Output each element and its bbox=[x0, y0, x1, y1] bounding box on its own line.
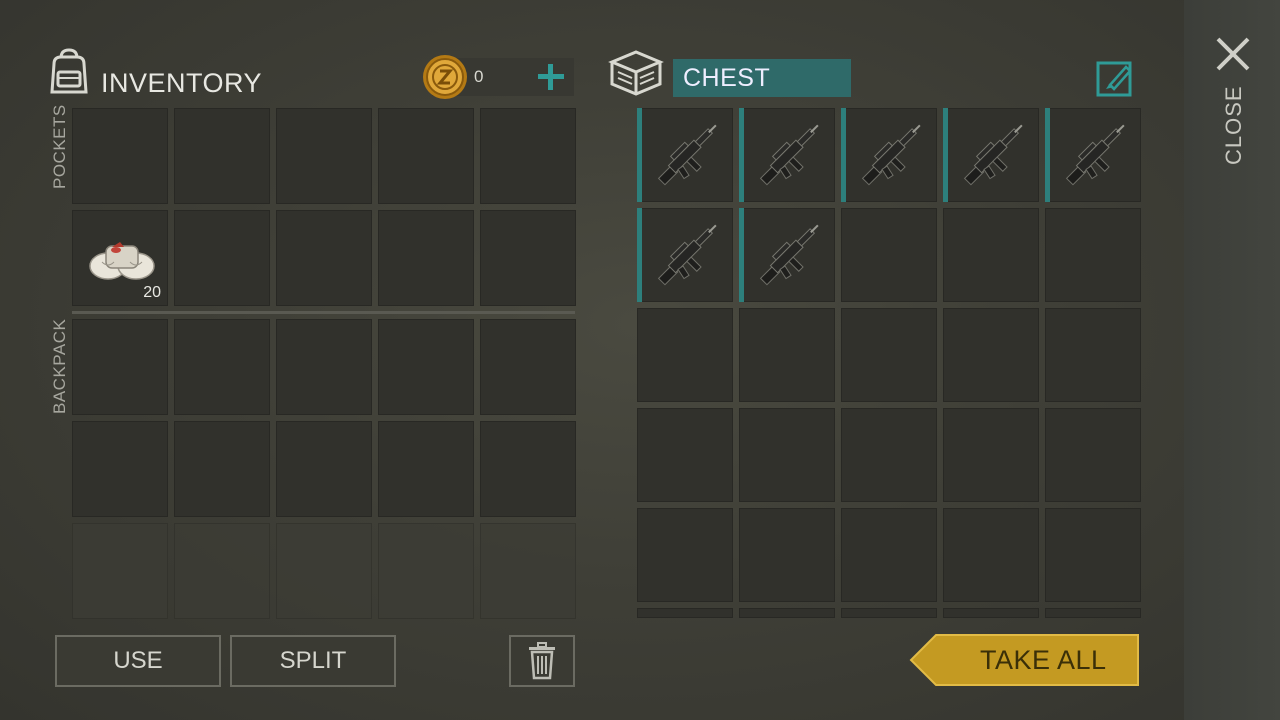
inventory-slot[interactable] bbox=[72, 319, 168, 415]
assault-rifle-icon bbox=[759, 124, 819, 186]
chest-slot[interactable] bbox=[1045, 208, 1141, 302]
chest-slot[interactable] bbox=[739, 508, 835, 602]
inventory-slot[interactable] bbox=[378, 210, 474, 306]
inventory-slot[interactable] bbox=[378, 319, 474, 415]
inventory-slot[interactable] bbox=[276, 210, 372, 306]
add-coins-button[interactable] bbox=[534, 60, 568, 94]
rename-chest-button[interactable] bbox=[1096, 59, 1134, 97]
inventory-slot[interactable] bbox=[480, 319, 576, 415]
locked-slot bbox=[276, 523, 372, 619]
inventory-slot[interactable] bbox=[72, 421, 168, 517]
chest-icon bbox=[608, 48, 664, 98]
use-button[interactable]: USE bbox=[55, 635, 221, 687]
inventory-slot[interactable] bbox=[72, 108, 168, 204]
assault-rifle-icon bbox=[1065, 124, 1125, 186]
item-quantity: 20 bbox=[143, 284, 161, 301]
chest-slot[interactable] bbox=[739, 608, 835, 618]
bandage-slot[interactable]: 20 bbox=[72, 210, 168, 306]
locked-slot bbox=[72, 523, 168, 619]
chest-grid-overflow-row bbox=[637, 608, 1141, 618]
chest-slot[interactable] bbox=[637, 508, 733, 602]
chest-slot[interactable] bbox=[637, 408, 733, 502]
chest-slot[interactable] bbox=[739, 408, 835, 502]
locked-slot bbox=[480, 523, 576, 619]
chest-name-text: CHEST bbox=[683, 64, 771, 92]
chest-slot[interactable] bbox=[1045, 408, 1141, 502]
inventory-slot[interactable] bbox=[174, 210, 270, 306]
chest-slot[interactable] bbox=[637, 608, 733, 618]
inventory-slot[interactable] bbox=[378, 421, 474, 517]
chest-slot[interactable] bbox=[1045, 308, 1141, 402]
split-button[interactable]: SPLIT bbox=[230, 635, 396, 687]
inventory-slot[interactable] bbox=[276, 108, 372, 204]
inventory-slot[interactable] bbox=[480, 210, 576, 306]
chest-slot[interactable] bbox=[943, 208, 1039, 302]
chest-slot[interactable] bbox=[943, 408, 1039, 502]
rifle-slot[interactable] bbox=[943, 108, 1039, 202]
assault-rifle-icon bbox=[861, 124, 921, 186]
coin-icon bbox=[421, 53, 469, 101]
chest-slot[interactable] bbox=[841, 308, 937, 402]
inventory-slot[interactable] bbox=[480, 108, 576, 204]
backpack-label: BACKPACK bbox=[50, 318, 69, 414]
chest-slot[interactable] bbox=[739, 308, 835, 402]
chest-slot[interactable] bbox=[943, 308, 1039, 402]
rifle-slot[interactable] bbox=[637, 208, 733, 302]
assault-rifle-icon bbox=[657, 124, 717, 186]
chest-slot[interactable] bbox=[841, 608, 937, 618]
backpack-icon bbox=[46, 48, 92, 96]
inventory-slot[interactable] bbox=[174, 319, 270, 415]
chest-grid bbox=[637, 108, 1141, 602]
plus-icon bbox=[538, 64, 564, 90]
pockets-label: POCKETS bbox=[50, 104, 69, 189]
inventory-slot[interactable] bbox=[378, 108, 474, 204]
chest-slot[interactable] bbox=[637, 308, 733, 402]
pockets-grid: 20 bbox=[72, 108, 576, 306]
assault-rifle-icon bbox=[759, 224, 819, 286]
rifle-slot[interactable] bbox=[1045, 108, 1141, 202]
rifle-slot[interactable] bbox=[739, 108, 835, 202]
close-label[interactable]: CLOSE bbox=[1221, 85, 1247, 165]
inventory-title: INVENTORY bbox=[101, 68, 263, 98]
chest-name-field[interactable]: CHEST bbox=[673, 59, 851, 97]
rifle-slot[interactable] bbox=[637, 108, 733, 202]
chest-slot[interactable] bbox=[1045, 608, 1141, 618]
chest-slot[interactable] bbox=[1045, 508, 1141, 602]
assault-rifle-icon bbox=[657, 224, 717, 286]
inventory-slot[interactable] bbox=[174, 421, 270, 517]
trash-icon bbox=[529, 642, 555, 680]
rifle-slot[interactable] bbox=[739, 208, 835, 302]
chest-slot[interactable] bbox=[841, 508, 937, 602]
inventory-slot[interactable] bbox=[480, 421, 576, 517]
assault-rifle-icon bbox=[963, 124, 1023, 186]
coin-count: 0 bbox=[474, 67, 484, 86]
trash-button[interactable] bbox=[509, 635, 575, 687]
section-divider bbox=[72, 311, 575, 314]
close-x-icon[interactable] bbox=[1214, 35, 1252, 73]
rifle-slot[interactable] bbox=[841, 108, 937, 202]
inventory-slot[interactable] bbox=[276, 319, 372, 415]
chest-slot[interactable] bbox=[943, 508, 1039, 602]
take-all-label: TAKE ALL bbox=[980, 645, 1107, 675]
locked-slot bbox=[174, 523, 270, 619]
chest-slot[interactable] bbox=[943, 608, 1039, 618]
chest-slot[interactable] bbox=[841, 408, 937, 502]
inventory-slot[interactable] bbox=[276, 421, 372, 517]
inventory-slot[interactable] bbox=[174, 108, 270, 204]
chest-slot[interactable] bbox=[841, 208, 937, 302]
locked-slot bbox=[378, 523, 474, 619]
backpack-grid bbox=[72, 319, 576, 619]
edit-pencil-icon bbox=[1096, 61, 1132, 97]
bandage-icon bbox=[89, 242, 155, 280]
